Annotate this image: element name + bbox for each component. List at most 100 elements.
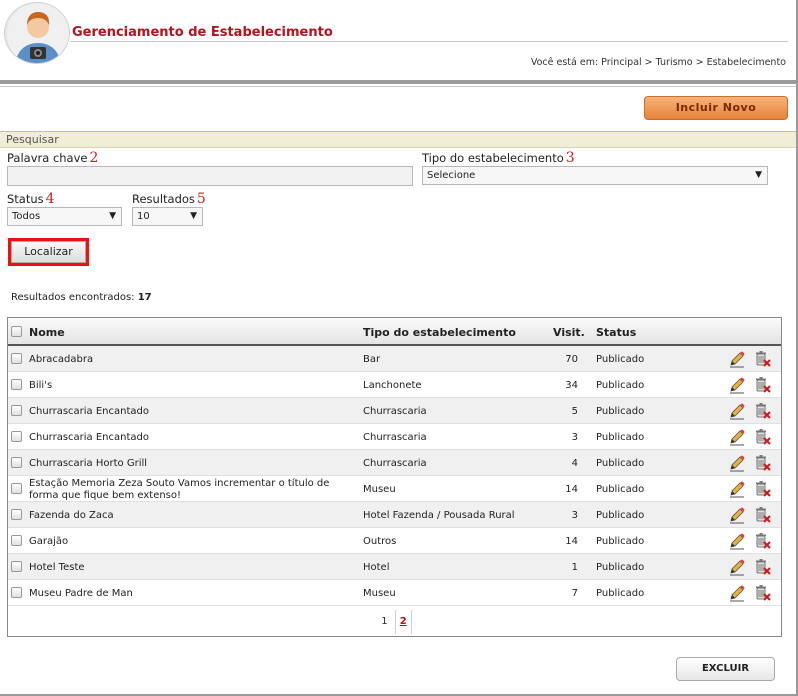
- breadcrumb: Você está em: Principal > Turismo > Esta…: [530, 57, 786, 68]
- cell-visit: 4: [571, 458, 578, 469]
- search-section-title: Pesquisar: [0, 132, 796, 148]
- cell-nome: Fazenda do Zaca: [29, 510, 114, 521]
- table-row: Fazenda do Zaca Hotel Fazenda / Pousada R…: [8, 502, 781, 528]
- table-row: Garajão Outros 14 Publicado: [8, 528, 781, 554]
- cell-status: Publicado: [596, 354, 645, 365]
- cell-status: Publicado: [596, 432, 645, 443]
- results-count-label: Resultados encontrados:: [11, 292, 135, 303]
- table-row: Churrascaria Encantado Churrascaria 3 Publi…: [8, 424, 781, 450]
- trash-delete-icon[interactable]: [753, 350, 771, 368]
- cell-visit: 34: [565, 380, 578, 391]
- cell-tipo: Churrascaria: [363, 458, 427, 469]
- pencil-icon[interactable]: [728, 584, 746, 602]
- cell-tipo: Hotel Fazenda / Pousada Rural: [363, 510, 515, 521]
- pencil-icon[interactable]: [728, 454, 746, 472]
- status-label: Status 4: [7, 191, 55, 207]
- row-checkbox[interactable]: [11, 587, 22, 598]
- tipo-label-text: Tipo do estabelecimento: [422, 151, 564, 165]
- pencil-icon[interactable]: [728, 376, 746, 394]
- incluir-novo-button[interactable]: Incluir Novo: [644, 96, 788, 120]
- cell-nome: Abracadabra: [29, 354, 94, 365]
- row-checkbox[interactable]: [11, 405, 22, 416]
- cell-tipo: Outros: [363, 536, 397, 547]
- dropdown-arrow-icon: ▼: [109, 211, 116, 221]
- table-row: Churrascaria Encantado Churrascaria 5 Publi…: [8, 398, 781, 424]
- excluir-button[interactable]: EXCLUIR: [676, 657, 775, 681]
- trash-delete-icon[interactable]: [753, 480, 771, 498]
- tipo-select[interactable]: Selecione ▼: [422, 166, 768, 185]
- pencil-icon[interactable]: [728, 532, 746, 550]
- col-header-tipo[interactable]: Tipo do estabelecimento: [363, 326, 516, 339]
- table-row: Bili's Lanchonete 34 Publicado: [8, 372, 781, 398]
- cell-tipo: Churrascaria: [363, 406, 427, 417]
- row-checkbox[interactable]: [11, 535, 22, 546]
- localizar-highlight: Localizar: [8, 238, 89, 266]
- cell-status: Publicado: [596, 536, 645, 547]
- row-checkbox[interactable]: [11, 379, 22, 390]
- pencil-icon[interactable]: [728, 480, 746, 498]
- resultados-label: Resultados 5: [132, 191, 206, 207]
- cell-nome: Churrascaria Encantado: [29, 406, 149, 417]
- page-title: Gerenciamento de Estabelecimento: [72, 25, 333, 40]
- cell-tipo: Museu: [363, 588, 396, 599]
- keyword-label: Palavra chave 2: [7, 150, 98, 166]
- resultados-annotation-number: 5: [196, 191, 206, 207]
- cell-status: Publicado: [596, 484, 645, 495]
- title-divider: [70, 41, 788, 42]
- search-panel: Pesquisar: [0, 131, 796, 247]
- results-table: Nome Tipo do estabelecimento Visit. Stat…: [7, 317, 782, 637]
- row-checkbox[interactable]: [11, 457, 22, 468]
- row-checkbox[interactable]: [11, 483, 22, 494]
- cell-nome: Museu Padre de Man: [29, 588, 133, 599]
- status-select[interactable]: Todos ▼: [7, 207, 122, 226]
- cell-status: Publicado: [596, 458, 645, 469]
- trash-delete-icon[interactable]: [753, 506, 771, 524]
- cell-nome: Hotel Teste: [29, 562, 85, 573]
- keyword-annotation-number: 2: [89, 150, 99, 166]
- table-row: Estação Memoria Zeza Souto Vamos increme…: [8, 476, 781, 502]
- page-link-1[interactable]: 1: [377, 610, 391, 634]
- trash-delete-icon[interactable]: [753, 454, 771, 472]
- pencil-icon[interactable]: [728, 428, 746, 446]
- table-row: Abracadabra Bar 70 Publicado: [8, 346, 781, 372]
- resultados-selected-value: 10: [137, 211, 150, 222]
- row-checkbox[interactable]: [11, 431, 22, 442]
- cell-nome: Churrascaria Encantado: [29, 432, 149, 443]
- cell-tipo: Hotel: [363, 562, 390, 573]
- status-label-text: Status: [7, 192, 44, 206]
- trash-delete-icon[interactable]: [753, 376, 771, 394]
- page-link-2[interactable]: 2: [394, 610, 412, 634]
- table-body: Abracadabra Bar 70 Publicado Bili's Lanchonet…: [8, 346, 781, 606]
- row-checkbox[interactable]: [11, 561, 22, 572]
- table-header: Nome Tipo do estabelecimento Visit. Stat…: [8, 318, 781, 346]
- col-header-nome[interactable]: Nome: [29, 326, 65, 339]
- localizar-button[interactable]: Localizar: [11, 241, 86, 263]
- cell-visit: 70: [565, 354, 578, 365]
- table-row: Museu Padre de Man Museu 7 Publicado: [8, 580, 781, 606]
- keyword-input[interactable]: [7, 166, 413, 186]
- keyword-label-text: Palavra chave: [7, 151, 88, 165]
- pencil-icon[interactable]: [728, 350, 746, 368]
- header-separator: [0, 80, 796, 84]
- cell-tipo: Museu: [363, 484, 396, 495]
- cell-nome: Estação Memoria Zeza Souto Vamos increme…: [29, 478, 330, 501]
- trash-delete-icon[interactable]: [753, 402, 771, 420]
- trash-delete-icon[interactable]: [753, 428, 771, 446]
- cell-status: Publicado: [596, 380, 645, 391]
- dropdown-arrow-icon: ▼: [755, 170, 762, 180]
- trash-delete-icon[interactable]: [753, 584, 771, 602]
- resultados-select[interactable]: 10 ▼: [132, 207, 203, 226]
- pencil-icon[interactable]: [728, 558, 746, 576]
- pencil-icon[interactable]: [728, 402, 746, 420]
- row-checkbox[interactable]: [11, 509, 22, 520]
- dropdown-arrow-icon: ▼: [190, 211, 197, 221]
- col-header-status[interactable]: Status: [596, 326, 636, 339]
- cell-status: Publicado: [596, 406, 645, 417]
- row-checkbox[interactable]: [11, 353, 22, 364]
- col-header-visit[interactable]: Visit.: [553, 326, 585, 339]
- trash-delete-icon[interactable]: [753, 532, 771, 550]
- trash-delete-icon[interactable]: [753, 558, 771, 576]
- select-all-checkbox[interactable]: [11, 326, 22, 337]
- pencil-icon[interactable]: [728, 506, 746, 524]
- tipo-label: Tipo do estabelecimento 3: [422, 150, 575, 166]
